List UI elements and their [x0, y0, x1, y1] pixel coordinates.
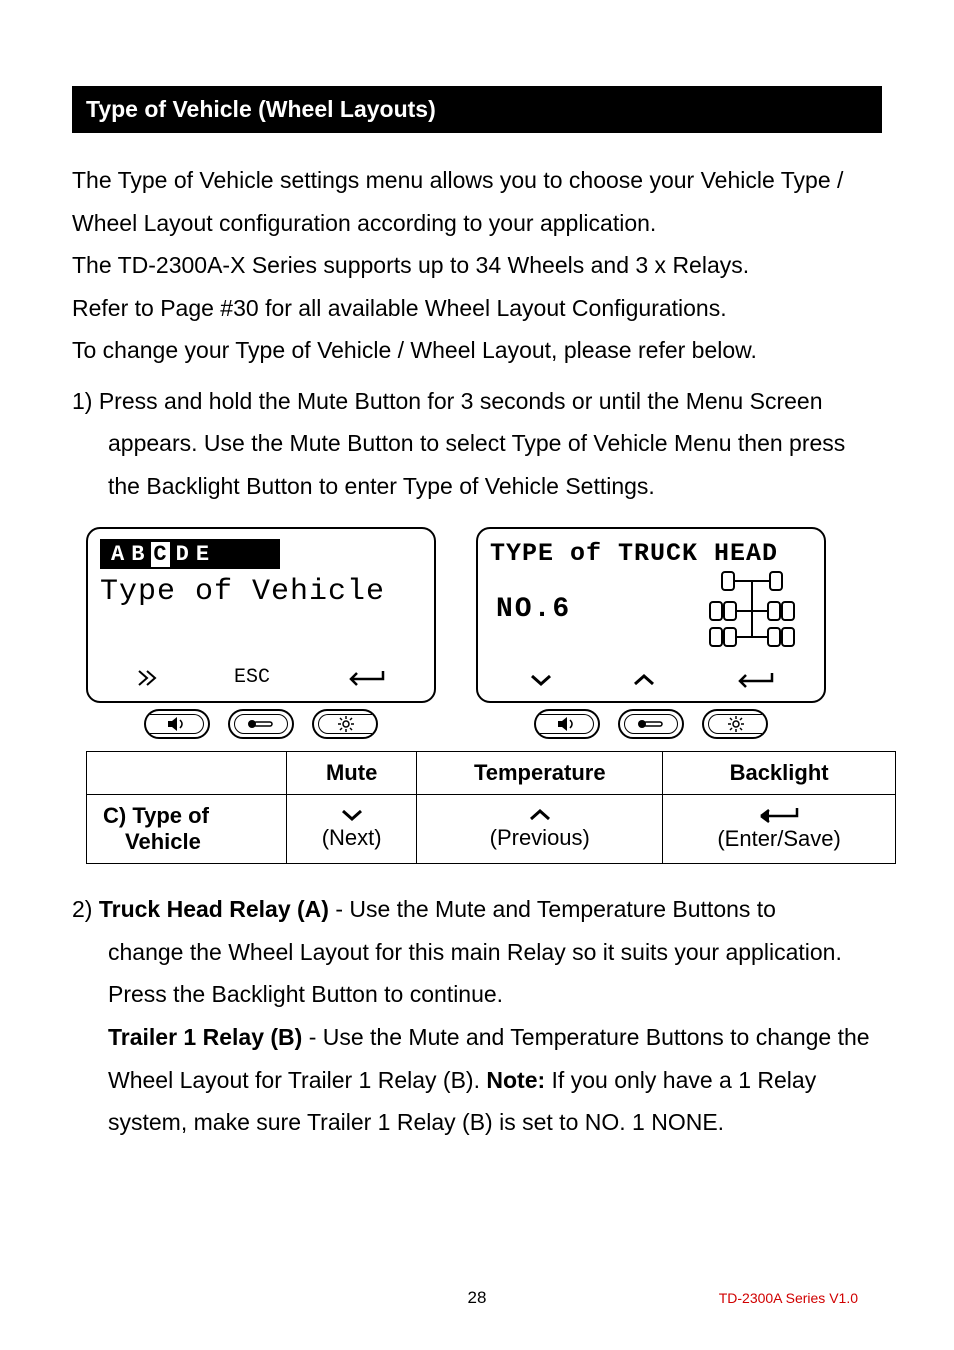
esc-label: ESC: [234, 666, 270, 689]
backlight-button[interactable]: [312, 709, 378, 739]
thermometer-icon: [246, 717, 276, 731]
step1-prefix: 1): [72, 388, 99, 414]
page-number: 28: [468, 1288, 487, 1308]
button-row-2: [476, 709, 826, 739]
step2-prefix: 2): [72, 896, 99, 922]
temperature-button[interactable]: [228, 709, 294, 739]
mute-icon: [166, 716, 188, 732]
thermometer-icon: [636, 717, 666, 731]
page-footer: 28 TD-2300A Series V1.0: [0, 1288, 954, 1308]
down-chevron-icon: [339, 807, 365, 823]
intro-text-1: The Type of Vehicle settings menu allows…: [72, 159, 882, 244]
step-2: 2) Truck Head Relay (A) - Use the Mute a…: [72, 888, 882, 1143]
brightness-icon: [335, 715, 357, 733]
lcd-screen-truckhead: TYPE of TRUCK HEAD NO.6: [476, 527, 826, 739]
tab-a: A: [111, 542, 125, 567]
tab-d: D: [176, 542, 190, 567]
lcd2-bottom-row: [490, 671, 812, 689]
relay-a-text-start: - Use the Mute and Temperature Buttons t…: [329, 896, 776, 922]
tab-e: E: [196, 542, 210, 567]
row-label-line1: C) Type of: [103, 803, 276, 829]
lcd-frame-1: A B C D E Type of Vehicle ESC: [86, 527, 436, 703]
mute-button[interactable]: [534, 709, 600, 739]
section-heading: Type of Vehicle (Wheel Layouts): [72, 86, 882, 133]
lcd-screen-menu: A B C D E Type of Vehicle ESC: [86, 527, 436, 739]
relay-a-bold: Truck Head Relay (A): [99, 896, 329, 922]
row-label-line2: Vehicle: [103, 829, 276, 855]
down-chevron-icon: [528, 672, 554, 688]
lcd-screens-row: A B C D E Type of Vehicle ESC: [86, 527, 882, 739]
intro-text-4: To change your Type of Vehicle / Wheel L…: [72, 329, 882, 372]
step2-body: change the Wheel Layout for this main Re…: [72, 931, 882, 1144]
row-label: C) Type of Vehicle: [87, 795, 287, 864]
step1-body: appears. Use the Mute Button to select T…: [72, 422, 882, 507]
forward-icon: [137, 669, 159, 687]
temp-caption: (Previous): [490, 825, 590, 851]
cell-backlight: (Enter/Save): [663, 795, 896, 864]
tab-c-selected: C: [151, 542, 169, 567]
brightness-icon: [725, 715, 747, 733]
mute-caption: (Next): [322, 825, 382, 851]
button-row-1: [86, 709, 436, 739]
mute-icon: [556, 716, 578, 732]
intro-text-2: The TD-2300A-X Series supports up to 34 …: [72, 244, 882, 287]
temperature-button[interactable]: [618, 709, 684, 739]
lcd2-number: NO.6: [490, 594, 678, 625]
lcd-frame-2: TYPE of TRUCK HEAD NO.6: [476, 527, 826, 703]
tab-b: B: [131, 542, 145, 567]
backlight-caption: (Enter/Save): [717, 826, 841, 852]
table-row: C) Type of Vehicle (Next) (Previous): [87, 795, 896, 864]
table-header-row: Mute Temperature Backlight: [87, 752, 896, 795]
lcd1-title: Type of Vehicle: [100, 575, 422, 666]
mute-button[interactable]: [144, 709, 210, 739]
enter-arrow-icon: [345, 669, 385, 687]
relay-b-bold: Trailer 1 Relay (B): [108, 1024, 302, 1050]
th-backlight: Backlight: [663, 752, 896, 795]
truck-wheel-diagram: [692, 570, 812, 662]
intro-text-3: Refer to Page #30 for all available Whee…: [72, 287, 882, 330]
backlight-button[interactable]: [702, 709, 768, 739]
menu-tabs: A B C D E: [100, 539, 280, 569]
step-1: 1) Press and hold the Mute Button for 3 …: [72, 380, 882, 508]
up-chevron-icon: [527, 807, 553, 823]
th-mute: Mute: [287, 752, 417, 795]
cell-temp: (Previous): [417, 795, 663, 864]
step1-text-start: Press and hold the Mute Button for 3 sec…: [99, 388, 823, 414]
up-chevron-icon: [631, 672, 657, 688]
enter-arrow-icon: [757, 806, 801, 824]
cell-mute: (Next): [287, 795, 417, 864]
enter-arrow-icon: [734, 671, 774, 689]
note-bold: Note:: [486, 1067, 545, 1093]
th-empty: [87, 752, 287, 795]
button-mapping-table: Mute Temperature Backlight C) Type of Ve…: [86, 751, 896, 864]
lcd1-bottom-row: ESC: [100, 666, 422, 689]
lcd2-heading: TYPE of TRUCK HEAD: [490, 539, 812, 568]
th-temperature: Temperature: [417, 752, 663, 795]
document-version: TD-2300A Series V1.0: [719, 1290, 858, 1306]
